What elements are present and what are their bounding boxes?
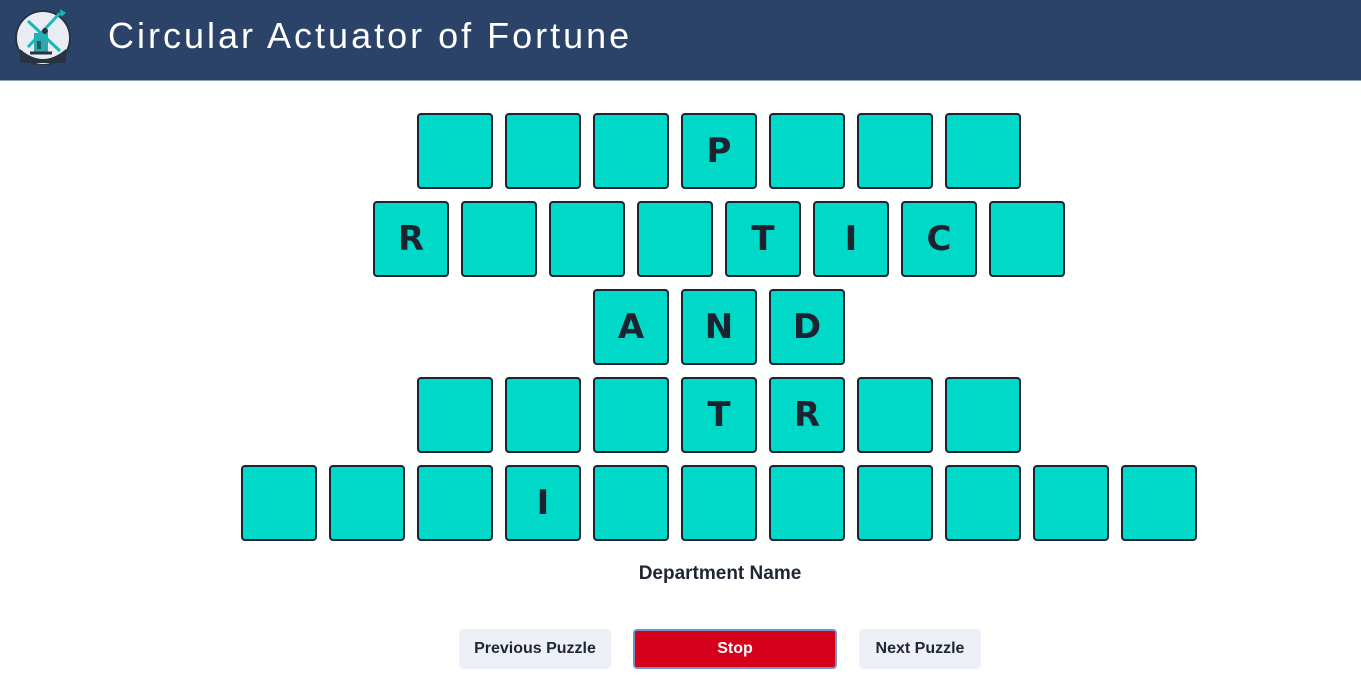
hidden-letter-tile [549,201,625,277]
hidden-letter-tile [857,113,933,189]
next-puzzle-button[interactable]: Next Puzzle [859,629,981,669]
hidden-letter-tile [593,377,669,453]
hidden-letter-tile [945,377,1021,453]
hidden-letter-tile [857,377,933,453]
hidden-letter-tile [1033,465,1109,541]
letter-tile: D [769,289,845,365]
hidden-letter-tile [417,113,493,189]
hidden-letter-tile [329,465,405,541]
letter-tile: T [681,377,757,453]
letter-tile: R [373,201,449,277]
letter-tile: R [769,377,845,453]
letter-tile: I [505,465,581,541]
hidden-letter-tile [417,465,493,541]
hidden-letter-tile [417,377,493,453]
hidden-letter-tile [989,201,1065,277]
hidden-letter-tile [945,465,1021,541]
hidden-letter-tile [505,377,581,453]
letter-tile: A [593,289,669,365]
hidden-letter-tile [681,465,757,541]
hidden-letter-tile [637,201,713,277]
stop-button[interactable]: Stop [633,629,837,669]
hidden-letter-tile [857,465,933,541]
letter-tile: T [725,201,801,277]
hidden-letter-tile [1121,465,1197,541]
category-label: Department Name [638,563,802,584]
letter-tile: C [901,201,977,277]
hidden-letter-tile [769,465,845,541]
letter-tile: N [681,289,757,365]
hidden-letter-tile [769,113,845,189]
letter-tile: I [813,201,889,277]
previous-puzzle-button[interactable]: Previous Puzzle [459,629,611,669]
hidden-letter-tile [593,113,669,189]
hidden-letter-tile [505,113,581,189]
hidden-letter-tile [461,201,537,277]
letter-tile: P [681,113,757,189]
hidden-letter-tile [945,113,1021,189]
hidden-letter-tile [593,465,669,541]
hidden-letter-tile [241,465,317,541]
